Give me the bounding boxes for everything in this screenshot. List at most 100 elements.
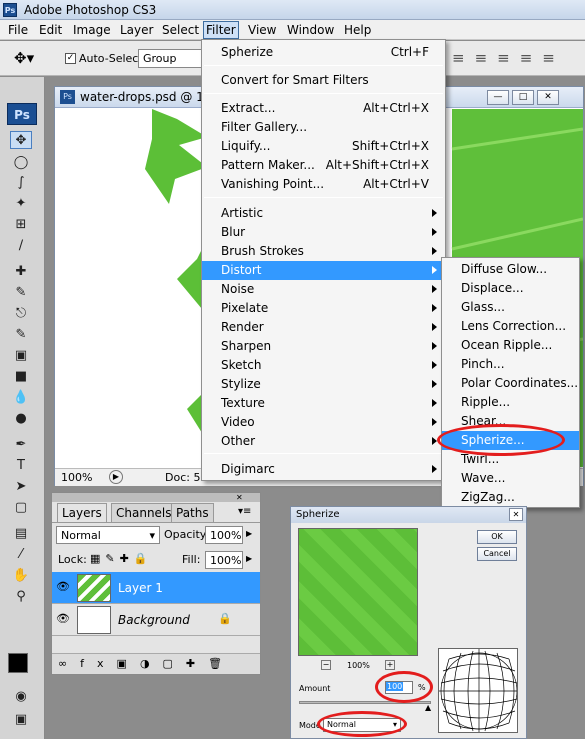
- menu-item-blur[interactable]: Blur: [202, 223, 445, 242]
- layer-name[interactable]: Layer 1: [118, 581, 163, 595]
- fill-arrow-icon[interactable]: ▶: [246, 554, 252, 563]
- healing-brush-icon[interactable]: ✚: [10, 263, 32, 281]
- menu-item-render[interactable]: Render: [202, 318, 445, 337]
- magic-wand-icon[interactable]: ✦: [10, 195, 32, 213]
- menu-help[interactable]: Help: [342, 22, 373, 38]
- menu-item-video[interactable]: Video: [202, 413, 445, 432]
- eraser-tool-icon[interactable]: ▣: [10, 347, 32, 365]
- menu-select[interactable]: Select: [160, 22, 201, 38]
- submenu-item-twirl[interactable]: Twirl...: [442, 450, 579, 469]
- lock-icons[interactable]: ▦✎✚🔒: [90, 552, 153, 565]
- spherize-preview[interactable]: [298, 528, 418, 656]
- fill-input[interactable]: 100%: [205, 551, 243, 569]
- menu-item-texture[interactable]: Texture: [202, 394, 445, 413]
- menu-filter[interactable]: Filter: [203, 21, 239, 39]
- hand-tool-icon[interactable]: ✋: [10, 567, 32, 585]
- menu-view[interactable]: View: [246, 22, 278, 38]
- menu-item-sketch[interactable]: Sketch: [202, 356, 445, 375]
- submenu-item-wave[interactable]: Wave...: [442, 469, 579, 488]
- tab-channels[interactable]: Channels: [111, 503, 177, 522]
- eyedropper-icon[interactable]: ⁄: [10, 546, 32, 564]
- menu-item-artistic[interactable]: Artistic: [202, 204, 445, 223]
- amount-input[interactable]: 100: [385, 681, 413, 694]
- menu-item-filter-gallery[interactable]: Filter Gallery...: [202, 118, 445, 137]
- menu-item-vanishing-point[interactable]: Vanishing Point... Alt+Ctrl+V: [202, 175, 445, 194]
- panel-grip[interactable]: [52, 493, 260, 502]
- slice-tool-icon[interactable]: ∕: [10, 237, 32, 255]
- menu-item-brush-strokes[interactable]: Brush Strokes: [202, 242, 445, 261]
- menu-item-other[interactable]: Other: [202, 432, 445, 451]
- crop-tool-icon[interactable]: ⊞: [10, 216, 32, 234]
- marquee-tool-icon[interactable]: ◯: [10, 154, 32, 172]
- menu-item-noise[interactable]: Noise: [202, 280, 445, 299]
- menu-edit[interactable]: Edit: [37, 22, 64, 38]
- align-icons[interactable]: ≡≡≡≡≡: [452, 49, 565, 67]
- cancel-button[interactable]: Cancel: [477, 547, 517, 561]
- eye-icon[interactable]: 👁: [56, 580, 70, 594]
- close-button[interactable]: ✕: [537, 90, 559, 105]
- history-brush-icon[interactable]: ✎: [10, 326, 32, 344]
- zoom-out-button[interactable]: −: [321, 660, 331, 670]
- menu-item-liquify[interactable]: Liquify... Shift+Ctrl+X: [202, 137, 445, 156]
- menu-item-distort[interactable]: Distort: [202, 261, 445, 280]
- notes-tool-icon[interactable]: ▤: [10, 525, 32, 543]
- shape-tool-icon[interactable]: ▢: [10, 499, 32, 517]
- panel-menu-icon[interactable]: ▾≡: [238, 506, 251, 517]
- menu-item-stylize[interactable]: Stylize: [202, 375, 445, 394]
- zoom-tool-icon[interactable]: ⚲: [10, 588, 32, 606]
- submenu-item-spherize[interactable]: Spherize...: [442, 431, 579, 450]
- submenu-item-ocean-ripple[interactable]: Ocean Ripple...: [442, 336, 579, 355]
- layer-footer-icons[interactable]: ∞fx▣◑▢✚🗑: [58, 657, 235, 670]
- quick-mask-icon[interactable]: ◉: [10, 688, 32, 706]
- ok-button[interactable]: OK: [477, 530, 517, 544]
- menu-file[interactable]: File: [6, 22, 30, 38]
- submenu-item-displace[interactable]: Displace...: [442, 279, 579, 298]
- menu-item-digimarc[interactable]: Digimarc: [202, 460, 445, 479]
- opacity-input[interactable]: 100%: [205, 526, 243, 544]
- menu-item-spherize-last[interactable]: Spherize Ctrl+F: [202, 43, 445, 62]
- auto-select-checkbox[interactable]: ✓: [65, 53, 76, 64]
- layer-row-layer-1[interactable]: 👁 Layer 1: [52, 572, 260, 604]
- menu-image[interactable]: Image: [71, 22, 113, 38]
- menu-item-convert-smart-filters[interactable]: Convert for Smart Filters: [202, 71, 445, 90]
- screen-mode-icon[interactable]: ▣: [10, 711, 32, 729]
- panel-close-icon[interactable]: ✕: [236, 493, 243, 502]
- gradient-tool-icon[interactable]: ■: [10, 368, 32, 386]
- submenu-item-diffuse-glow[interactable]: Diffuse Glow...: [442, 260, 579, 279]
- pen-tool-icon[interactable]: ✒: [10, 436, 32, 454]
- move-tool-icon[interactable]: ✥: [10, 131, 32, 149]
- menu-item-pixelate[interactable]: Pixelate: [202, 299, 445, 318]
- type-tool-icon[interactable]: T: [10, 457, 32, 475]
- foreground-color-swatch[interactable]: [8, 653, 28, 673]
- maximize-button[interactable]: □: [512, 90, 534, 105]
- submenu-item-glass[interactable]: Glass...: [442, 298, 579, 317]
- stamp-tool-icon[interactable]: ⎋: [10, 305, 32, 323]
- zoom-in-button[interactable]: +: [385, 660, 395, 670]
- minimize-button[interactable]: —: [487, 90, 509, 105]
- menu-item-sharpen[interactable]: Sharpen: [202, 337, 445, 356]
- submenu-item-ripple[interactable]: Ripple...: [442, 393, 579, 412]
- blend-mode-dropdown[interactable]: Normal ▾: [56, 526, 160, 544]
- lasso-tool-icon[interactable]: ∫: [10, 174, 32, 192]
- zoom-level[interactable]: 100%: [61, 471, 92, 484]
- menu-item-pattern-maker[interactable]: Pattern Maker... Alt+Shift+Ctrl+X: [202, 156, 445, 175]
- submenu-item-shear[interactable]: Shear...: [442, 412, 579, 431]
- menu-window[interactable]: Window: [285, 22, 336, 38]
- menu-item-extract[interactable]: Extract... Alt+Ctrl+X: [202, 99, 445, 118]
- path-selection-icon[interactable]: ➤: [10, 478, 32, 496]
- submenu-item-zigzag[interactable]: ZigZag...: [442, 488, 579, 507]
- eye-icon[interactable]: 👁: [56, 612, 70, 626]
- move-tool-icon[interactable]: ✥▾: [14, 49, 34, 67]
- auto-select-group-dropdown[interactable]: Group: [138, 49, 202, 68]
- tab-layers[interactable]: Layers: [57, 503, 107, 522]
- layer-row-background[interactable]: 👁 Background 🔒: [52, 604, 260, 636]
- menu-layer[interactable]: Layer: [118, 22, 155, 38]
- submenu-item-lens-correction[interactable]: Lens Correction...: [442, 317, 579, 336]
- mode-dropdown[interactable]: Normal ▾: [323, 718, 401, 732]
- brush-tool-icon[interactable]: ✎: [10, 284, 32, 302]
- submenu-item-polar-coordinates[interactable]: Polar Coordinates...: [442, 374, 579, 393]
- amount-slider-track[interactable]: [299, 701, 431, 704]
- status-menu-icon[interactable]: ▶: [109, 470, 123, 484]
- blur-tool-icon[interactable]: 💧: [10, 389, 32, 407]
- amount-slider-handle[interactable]: ▲: [425, 703, 431, 712]
